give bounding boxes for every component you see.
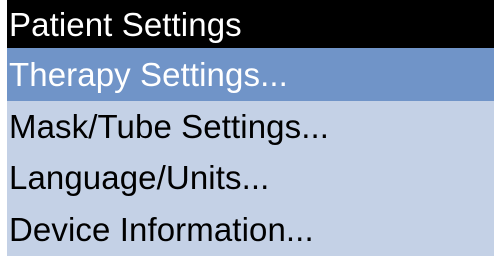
- patient-settings-menu: Patient Settings Therapy Settings... Mas…: [7, 0, 494, 256]
- menu-item-device-information[interactable]: Device Information...: [7, 203, 494, 256]
- menu-title: Patient Settings: [7, 0, 494, 48]
- menu-item-mask-tube-settings[interactable]: Mask/Tube Settings...: [7, 101, 494, 152]
- menu-item-language-units[interactable]: Language/Units...: [7, 152, 494, 203]
- menu-item-therapy-settings[interactable]: Therapy Settings...: [7, 48, 494, 101]
- device-screen: Patient Settings Therapy Settings... Mas…: [0, 0, 500, 265]
